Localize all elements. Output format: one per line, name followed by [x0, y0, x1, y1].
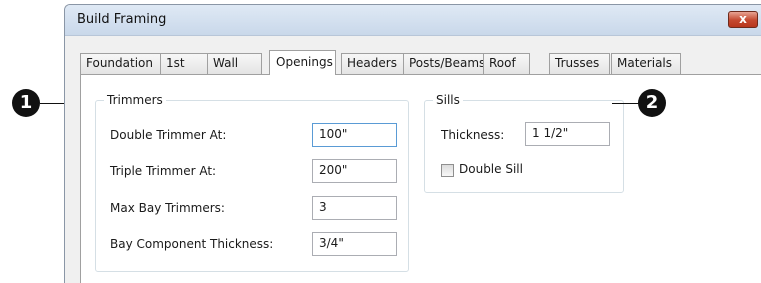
double-sill-checkbox[interactable] — [441, 164, 454, 177]
tab-headers[interactable]: Headers — [341, 53, 404, 74]
tab-trusses[interactable]: Trusses — [549, 53, 610, 74]
bay-component-thickness-label: Bay Component Thickness: — [110, 237, 274, 251]
sill-thickness-label: Thickness: — [441, 128, 505, 142]
tab-foundation[interactable]: Foundation — [80, 53, 161, 74]
sills-legend: Sills — [433, 93, 463, 107]
titlebar: Build Framing x — [65, 5, 761, 36]
tab-wall[interactable]: Wall — [207, 53, 262, 74]
max-bay-trimmers-label: Max Bay Trimmers: — [110, 201, 225, 215]
tab-openings[interactable]: Openings — [269, 50, 336, 75]
trimmers-legend: Trimmers — [104, 93, 166, 107]
max-bay-trimmers-input[interactable]: 3 — [312, 196, 397, 220]
sills-group: Sills Thickness: 1 1/2" Double Sill — [424, 93, 624, 193]
dialog-title: Build Framing — [77, 12, 167, 27]
triple-trimmer-label: Triple Trimmer At: — [110, 164, 217, 178]
callout-2-badge: 2 — [638, 89, 666, 117]
tab-roof[interactable]: Roof — [483, 53, 530, 74]
build-framing-dialog: Build Framing x Foundation 1st Wall Open… — [64, 4, 761, 283]
callout-2-line — [612, 103, 639, 104]
double-sill-label: Double Sill — [459, 162, 523, 176]
close-icon: x — [739, 12, 747, 26]
bay-component-thickness-input[interactable]: 3/4" — [312, 232, 397, 256]
triple-trimmer-input[interactable]: 200" — [312, 159, 397, 183]
sill-thickness-input[interactable]: 1 1/2" — [525, 122, 610, 146]
close-button[interactable]: x — [728, 11, 758, 28]
tab-1st[interactable]: 1st — [160, 53, 208, 74]
callout-1-badge: 1 — [12, 89, 40, 117]
double-trimmer-input[interactable]: 100" — [312, 123, 397, 147]
trimmers-group: Trimmers Double Trimmer At: 100" Triple … — [95, 93, 409, 272]
double-trimmer-label: Double Trimmer At: — [110, 128, 227, 142]
tab-materials[interactable]: Materials — [611, 53, 681, 74]
tab-posts-beams[interactable]: Posts/Beams — [403, 53, 485, 74]
